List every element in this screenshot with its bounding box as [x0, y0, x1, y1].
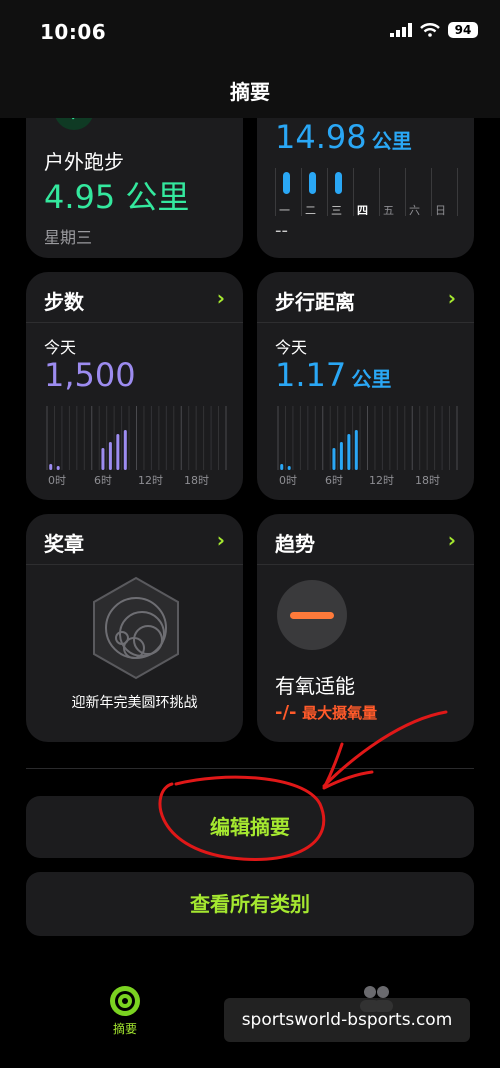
distance-tick: 18时 — [415, 474, 440, 487]
walking-distance-row: 1.17 公里 — [275, 356, 391, 394]
weekday-label: 日 — [435, 204, 446, 217]
distance-tick: 0时 — [279, 474, 297, 487]
walking-distance-hourly-chart — [277, 406, 458, 470]
hourly-bar — [56, 466, 60, 470]
walking-distance-title: 步行距离 — [275, 290, 355, 314]
trend-metric: 有氧适能 — [275, 674, 355, 698]
week-bar — [283, 172, 290, 194]
hourly-bar — [123, 430, 127, 470]
view-all-categories-button[interactable]: 查看所有类别 — [26, 872, 474, 936]
trends-title: 趋势 — [275, 532, 315, 556]
weekday-label: 六 — [409, 204, 420, 217]
hourly-bar — [116, 434, 120, 470]
signal-icon — [390, 23, 412, 37]
watermark-text: sportsworld-bsports.com — [224, 998, 470, 1042]
red-annotation — [158, 710, 448, 861]
wifi-icon — [420, 23, 440, 37]
workout-distance: 4.95 公里 — [44, 178, 190, 216]
hourly-bar — [101, 448, 105, 470]
steps-title: 步数 — [44, 290, 84, 314]
hourly-bar — [280, 464, 284, 470]
tab-summary[interactable]: 摘要 — [94, 984, 156, 1040]
weekday-labels: 一 二 三 四 五 六 日 — [275, 202, 465, 218]
steps-tick: 6时 — [94, 474, 112, 487]
steps-tick: 12时 — [138, 474, 163, 487]
weekday-label: 五 — [383, 204, 394, 217]
week-bar — [309, 172, 316, 194]
hourly-bar — [347, 434, 351, 470]
hourly-bar — [332, 448, 336, 470]
weekday-label: 一 — [279, 204, 290, 217]
weekly-distance-row: 14.98 公里 — [275, 118, 412, 156]
steps-hourly-chart — [46, 406, 227, 470]
walking-distance-card[interactable]: 步行距离 › 今天 1.17 公里 0时 6时 12时 18时 — [257, 272, 474, 500]
hourly-bar — [354, 430, 358, 470]
chevron-right-icon: › — [447, 286, 456, 310]
walking-distance-value: 1.17 — [275, 356, 347, 394]
status-time: 10:06 — [40, 20, 107, 44]
activity-rings-icon — [110, 986, 140, 1016]
week-bar — [335, 172, 342, 194]
weekly-distance-value: 14.98 — [275, 118, 367, 156]
trend-dash-icon — [277, 580, 347, 650]
steps-tick: 18时 — [184, 474, 209, 487]
page-title: 摘要 — [230, 80, 270, 104]
weekly-placeholder: -- — [275, 220, 288, 241]
steps-card[interactable]: 步数 › 今天 1,500 0时 6时 12时 18时 — [26, 272, 243, 500]
chevron-right-icon: › — [216, 528, 225, 552]
tab-summary-label: 摘要 — [112, 1022, 137, 1036]
weekday-label: 二 — [305, 204, 316, 217]
steps-period: 今天 — [44, 338, 77, 357]
walking-distance-unit: 公里 — [351, 367, 392, 391]
hourly-bar — [49, 464, 53, 470]
hourly-bar — [108, 442, 112, 470]
walking-distance-period: 今天 — [275, 338, 308, 357]
weekday-label: 四 — [357, 204, 368, 217]
battery-indicator: 94 — [448, 22, 478, 38]
steps-value: 1,500 — [44, 356, 136, 394]
hourly-bar — [339, 442, 343, 470]
weekly-distance-unit: 公里 — [371, 129, 412, 153]
hourly-bar — [287, 466, 291, 470]
award-badge-icon — [93, 576, 179, 680]
steps-tick: 0时 — [48, 474, 66, 487]
distance-tick: 6时 — [325, 474, 343, 487]
chevron-right-icon: › — [447, 528, 456, 552]
distance-tick: 12时 — [369, 474, 394, 487]
workout-day: 星期三 — [44, 228, 93, 247]
workout-title: 户外跑步 — [44, 150, 124, 174]
awards-title: 奖章 — [44, 532, 84, 556]
chevron-right-icon: › — [216, 286, 225, 310]
weekday-label: 三 — [331, 204, 342, 217]
status-icons: 94 — [390, 22, 478, 38]
